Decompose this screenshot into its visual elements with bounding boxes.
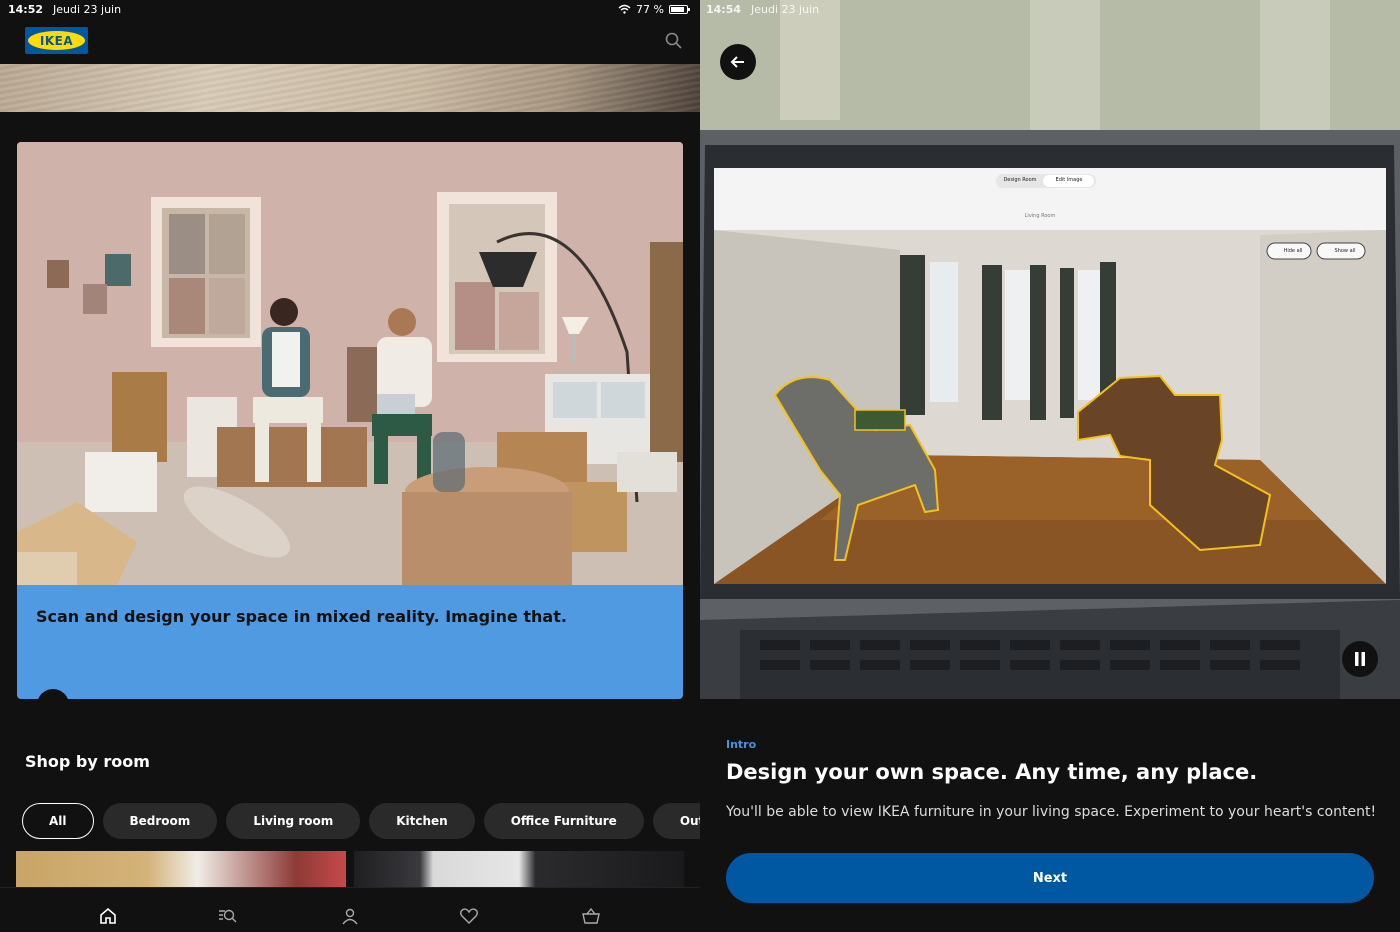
- video-show-all-button: Show all: [1334, 248, 1356, 254]
- wifi-icon: [618, 4, 631, 14]
- promo-text: Scan and design your space in mixed real…: [36, 607, 567, 626]
- next-button[interactable]: Next: [726, 853, 1374, 903]
- room-tile[interactable]: [16, 851, 346, 887]
- battery-percent: 77 %: [636, 2, 664, 16]
- home-icon[interactable]: [98, 906, 118, 926]
- promo-caption: Scan and design your space in mixed real…: [17, 585, 683, 699]
- ikea-home-screen: 14:52 Jeudi 23 juin 77 % IKEA Scan and d…: [0, 0, 700, 932]
- chip-living-room[interactable]: Living room: [226, 803, 361, 839]
- intro-label: Intro: [726, 738, 757, 751]
- intro-description: You'll be able to view IKEA furniture in…: [726, 804, 1377, 820]
- search-list-icon[interactable]: [218, 906, 238, 926]
- bottom-tab-bar: [0, 887, 700, 932]
- arrow-left-icon: [730, 56, 744, 68]
- mixed-reality-intro-screen: Design Room Edit Image Living Room Hide …: [700, 0, 1400, 932]
- shop-by-room-title: Shop by room: [25, 752, 150, 771]
- video-tab-design-room: Design Room: [1003, 177, 1037, 183]
- status-date: Jeudi 23 juin: [751, 2, 820, 16]
- chip-outdoor[interactable]: Outdoor: [652, 803, 700, 839]
- arrow-right-icon: [45, 697, 61, 699]
- pause-icon: [1355, 652, 1365, 666]
- room-filter-chips: All Bedroom Living room Kitchen Office F…: [22, 803, 700, 839]
- chip-all[interactable]: All: [22, 803, 94, 839]
- room-tiles: [16, 851, 684, 887]
- ikea-logo[interactable]: IKEA: [25, 27, 88, 54]
- status-bar: 14:54 Jeudi 23 juin: [706, 0, 1396, 18]
- status-time: 14:52: [8, 2, 44, 16]
- status-time: 14:54: [706, 2, 742, 16]
- room-tile[interactable]: [354, 851, 684, 887]
- logo-text: IKEA: [39, 33, 74, 48]
- intro-title: Design your own space. Any time, any pla…: [726, 760, 1258, 784]
- promo-arrow-button[interactable]: [37, 689, 69, 699]
- chip-office-furniture[interactable]: Office Furniture: [483, 803, 644, 839]
- video-room-label: Living Room: [1024, 213, 1056, 219]
- basket-icon[interactable]: [581, 906, 601, 926]
- status-date: Jeudi 23 juin: [53, 2, 122, 16]
- search-icon[interactable]: [664, 31, 684, 51]
- battery-icon: [669, 4, 690, 14]
- promo-image: [17, 142, 683, 585]
- chip-kitchen[interactable]: Kitchen: [369, 803, 475, 839]
- status-bar: 14:52 Jeudi 23 juin 77 %: [8, 0, 698, 18]
- heart-icon[interactable]: [459, 906, 479, 926]
- video-hide-all-button: Hide all: [1283, 248, 1303, 254]
- back-button[interactable]: [720, 44, 756, 80]
- intro-video[interactable]: Design Room Edit Image Living Room Hide …: [700, 0, 1400, 699]
- top-banner-image[interactable]: [0, 64, 700, 112]
- mixed-reality-promo-card[interactable]: Scan and design your space in mixed real…: [17, 142, 683, 699]
- video-tab-edit-image: Edit Image: [1055, 177, 1083, 183]
- profile-icon[interactable]: [340, 906, 360, 926]
- pause-button[interactable]: [1342, 641, 1378, 677]
- chip-bedroom[interactable]: Bedroom: [102, 803, 218, 839]
